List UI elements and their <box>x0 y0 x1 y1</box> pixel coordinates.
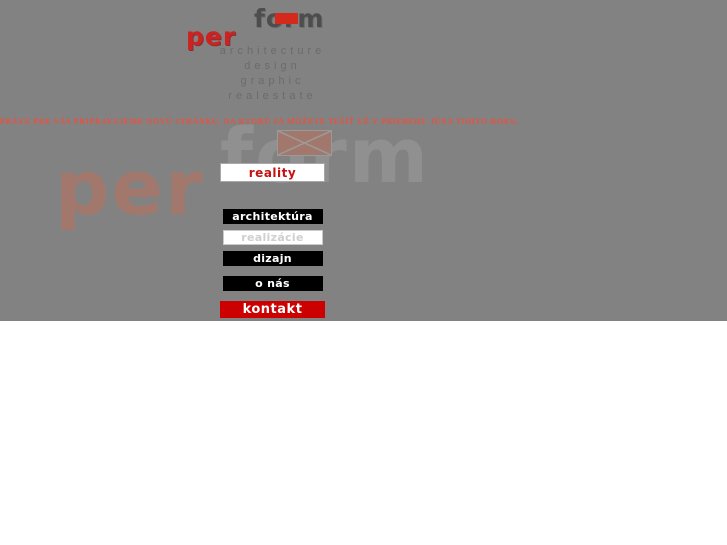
page-whitespace <box>0 321 727 545</box>
page-root: form per architecture design graphic rea… <box>0 0 727 321</box>
nav-item-dizajn[interactable]: dizajn <box>222 251 323 266</box>
logo-o-block-icon <box>275 13 298 24</box>
tagline-line-realestate: realestate <box>228 90 317 102</box>
tagline-list: architecture design graphic realestate <box>0 44 545 104</box>
broken-image-icon <box>277 130 332 156</box>
tagline-line-architecture: architecture <box>219 45 326 57</box>
reality-button[interactable]: reality <box>220 163 325 182</box>
nav-item-kontakt[interactable]: kontakt <box>220 301 325 318</box>
nav-item-o-nas[interactable]: o nás <box>222 276 323 291</box>
nav-item-architektura[interactable]: architektúra <box>222 209 323 224</box>
tagline-line-design: design <box>244 60 301 72</box>
site-logo[interactable]: form per <box>186 6 356 49</box>
main-nav: architektúra realizácie dizajn o nás kon… <box>0 209 545 318</box>
tagline-line-graphic: graphic <box>240 75 305 87</box>
nav-item-realizacie[interactable]: realizácie <box>222 230 323 245</box>
